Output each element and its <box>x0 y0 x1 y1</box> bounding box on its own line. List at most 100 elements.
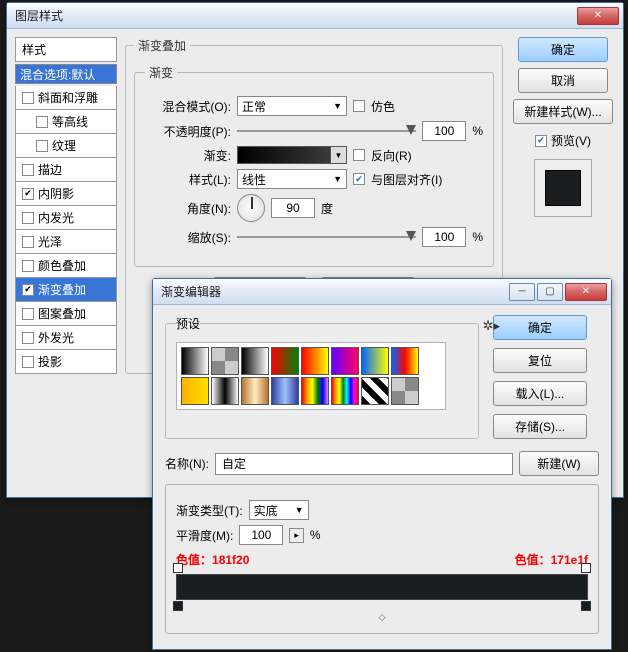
smooth-dropdown[interactable]: ▸ <box>289 528 304 543</box>
angle-input[interactable] <box>271 198 315 218</box>
style-item[interactable]: 颜色叠加 <box>15 254 117 278</box>
preset-gradient[interactable] <box>181 347 209 375</box>
opacity-stop-left[interactable] <box>173 563 183 573</box>
checkbox-icon[interactable]: ✔ <box>22 188 34 200</box>
align-checkbox[interactable]: ✔ <box>353 173 365 185</box>
opacity-input[interactable] <box>422 121 466 141</box>
checkbox-icon[interactable] <box>22 308 34 320</box>
maximize-icon[interactable]: ▢ <box>537 283 563 301</box>
dither-label: 仿色 <box>371 98 395 115</box>
style-item-label: 斜面和浮雕 <box>38 89 98 106</box>
preset-gradient[interactable] <box>181 377 209 405</box>
preset-gradient[interactable] <box>301 347 329 375</box>
style-item[interactable]: 纹理 <box>15 134 117 158</box>
save-button[interactable]: 存储(S)... <box>493 414 587 439</box>
titlebar[interactable]: 图层样式 ✕ <box>7 3 623 29</box>
style-item[interactable]: 图案叠加 <box>15 302 117 326</box>
preset-gradient[interactable] <box>391 377 419 405</box>
style-item[interactable]: 描边 <box>15 158 117 182</box>
reverse-checkbox[interactable] <box>353 149 365 161</box>
ok-button[interactable]: 确定 <box>518 37 608 62</box>
smooth-label: 平滑度(M): <box>176 527 233 544</box>
preset-gradient[interactable] <box>391 347 419 375</box>
presets-group: 预设 ✲▸ <box>165 315 479 439</box>
preset-gradient[interactable] <box>241 347 269 375</box>
checkbox-icon[interactable]: ✔ <box>22 284 34 296</box>
preset-gradient[interactable] <box>211 347 239 375</box>
preset-gradient[interactable] <box>301 377 329 405</box>
blend-options-item[interactable]: 混合选项:默认 <box>15 64 117 84</box>
preset-gradient[interactable] <box>211 377 239 405</box>
style-item-label: 内阴影 <box>38 185 74 202</box>
gradient-bar[interactable] <box>176 574 588 600</box>
angle-dial[interactable] <box>237 194 265 222</box>
name-input[interactable] <box>215 453 513 475</box>
reset-button[interactable]: 复位 <box>493 348 587 373</box>
checkbox-icon[interactable] <box>36 116 48 128</box>
name-label: 名称(N): <box>165 455 209 472</box>
style-item[interactable]: 光泽 <box>15 230 117 254</box>
preview-swatch <box>534 159 592 217</box>
style-item-label: 光泽 <box>38 233 62 250</box>
style-item-label: 描边 <box>38 161 62 178</box>
style-item[interactable]: 斜面和浮雕 <box>15 86 117 110</box>
window-title: 图层样式 <box>15 7 577 24</box>
style-item[interactable]: 投影 <box>15 350 117 374</box>
new-style-button[interactable]: 新建样式(W)... <box>513 99 612 124</box>
style-select[interactable]: 线性▼ <box>237 169 347 189</box>
checkbox-icon[interactable] <box>22 260 34 272</box>
load-button[interactable]: 载入(L)... <box>493 381 587 406</box>
gradient-picker[interactable]: ▼ <box>237 146 347 164</box>
opacity-label: 不透明度(P): <box>145 123 231 140</box>
scale-label: 缩放(S): <box>145 229 231 246</box>
preset-gradient[interactable] <box>331 377 359 405</box>
preset-gradient[interactable] <box>331 347 359 375</box>
smooth-input[interactable] <box>239 525 283 545</box>
opacity-stop-right[interactable] <box>581 563 591 573</box>
style-item[interactable]: 内发光 <box>15 206 117 230</box>
scale-input[interactable] <box>422 227 466 247</box>
preset-gradient[interactable] <box>271 377 299 405</box>
ok-button[interactable]: 确定 <box>493 315 587 340</box>
new-button[interactable]: 新建(W) <box>519 451 599 476</box>
preset-gradient[interactable] <box>241 377 269 405</box>
style-item[interactable]: 外发光 <box>15 326 117 350</box>
preset-gradient[interactable] <box>361 377 389 405</box>
preview-checkbox[interactable]: ✔ <box>535 135 547 147</box>
cancel-button[interactable]: 取消 <box>518 68 608 93</box>
gradient-label: 渐变: <box>145 147 231 164</box>
style-item[interactable]: ✔渐变叠加 <box>15 278 117 302</box>
checkbox-icon[interactable] <box>22 236 34 248</box>
color-stop-left[interactable] <box>173 601 183 611</box>
preset-grid[interactable] <box>176 342 446 410</box>
scale-slider[interactable] <box>237 230 416 244</box>
style-item-label: 颜色叠加 <box>38 257 86 274</box>
checkbox-icon[interactable] <box>22 212 34 224</box>
preset-gradient[interactable] <box>271 347 299 375</box>
style-item-label: 外发光 <box>38 329 74 346</box>
type-select[interactable]: 实底▼ <box>249 500 309 520</box>
dither-checkbox[interactable] <box>353 100 365 112</box>
preview-label: 预览(V) <box>551 132 591 149</box>
close-icon[interactable]: ✕ <box>565 283 607 301</box>
checkbox-icon[interactable] <box>22 92 34 104</box>
align-label: 与图层对齐(I) <box>371 171 442 188</box>
styles-header[interactable]: 样式 <box>15 37 117 62</box>
checkbox-icon[interactable] <box>22 356 34 368</box>
checkbox-icon[interactable] <box>22 332 34 344</box>
checkbox-icon[interactable] <box>36 140 48 152</box>
checkbox-icon[interactable] <box>22 164 34 176</box>
blend-mode-select[interactable]: 正常▼ <box>237 96 347 116</box>
style-item[interactable]: ✔ 内阴影 <box>15 182 117 206</box>
type-label: 渐变类型(T): <box>176 502 243 519</box>
style-item-label: 图案叠加 <box>38 305 86 322</box>
close-icon[interactable]: ✕ <box>577 7 619 25</box>
gear-icon[interactable]: ✲▸ <box>483 318 500 334</box>
style-item[interactable]: 等高线 <box>15 110 117 134</box>
titlebar[interactable]: 渐变编辑器 ─ ▢ ✕ <box>153 279 611 305</box>
color-stop-right[interactable] <box>581 601 591 611</box>
preset-gradient[interactable] <box>361 347 389 375</box>
blend-mode-label: 混合模式(O): <box>145 98 231 115</box>
minimize-icon[interactable]: ─ <box>509 283 535 301</box>
opacity-slider[interactable] <box>237 124 416 138</box>
